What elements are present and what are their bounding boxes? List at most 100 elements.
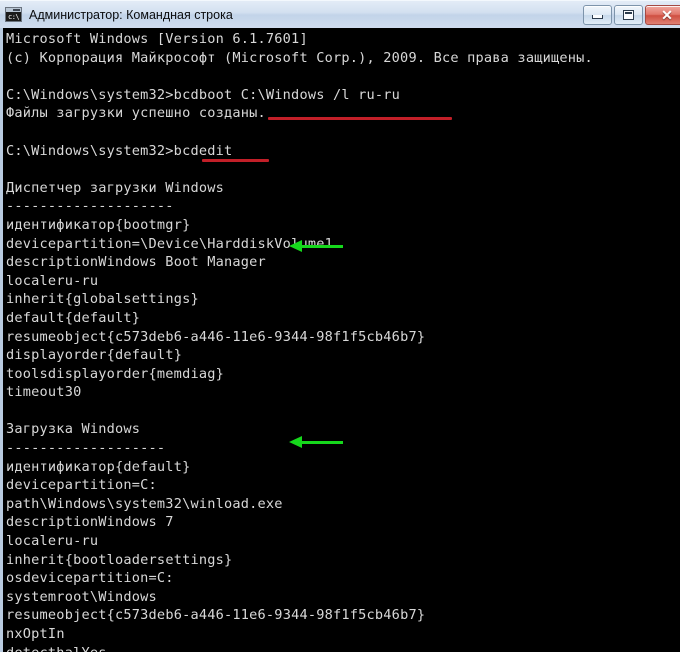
console-line: (c) Корпорация Майкрософт (Microsoft Cor… [6, 49, 680, 68]
console-key: locale [6, 533, 57, 550]
console-key: locale [6, 272, 57, 289]
console-line: nxOptIn [6, 625, 680, 644]
console-line: идентификатор{bootmgr} [6, 216, 680, 235]
console-text: C:\Windows\system32>bcdboot C:\Windows /… [6, 86, 401, 103]
console-value: ru-ru [56, 533, 99, 550]
console-text: Файлы загрузки успешно созданы. [6, 105, 266, 122]
console-value: ru-ru [56, 272, 99, 289]
console-text: (c) Корпорация Майкрософт (Microsoft Cor… [6, 49, 593, 66]
console-text: ------------------- [6, 440, 166, 457]
console-icon-glyph: c:\ [8, 13, 20, 21]
console-icon-bar [6, 8, 21, 12]
console-value: Windows 7 [98, 514, 174, 531]
console-line: inherit{bootloadersettings} [6, 551, 680, 570]
console-key: resumeobject [6, 607, 107, 624]
console-key: toolsdisplayorder [6, 365, 149, 382]
console-line: ------------------- [6, 439, 680, 458]
console-value: partition=C: [73, 570, 174, 587]
console-value: Yes [81, 645, 106, 652]
console-line: localeru-ru [6, 532, 680, 551]
console-key: osdevice [6, 570, 74, 587]
close-button[interactable]: ✕ [645, 4, 680, 25]
console-line: osdevicepartition=C: [6, 569, 680, 588]
console-line: -------------------- [6, 197, 680, 216]
window-controls: ✕ [583, 1, 680, 29]
console-key: nx [6, 626, 23, 642]
console-value: {globalsettings} [64, 291, 199, 308]
console-line: default{default} [6, 309, 680, 328]
console-key: description [6, 254, 99, 271]
console-key: displayorder [6, 347, 107, 364]
console-key: идентификатор [6, 216, 115, 233]
titlebar-left-group: c:\ Администратор: Командная строка [0, 7, 583, 22]
console-line: Microsoft Windows [Version 6.1.7601] [6, 30, 680, 49]
green-arrow-head [289, 240, 302, 252]
console-line: path\Windows\system32\winload.exe [6, 495, 680, 514]
console-key: default [6, 309, 65, 326]
green-arrow-shaft [298, 245, 343, 248]
console-line: C:\Windows\system32>bcdedit [6, 142, 680, 161]
window-titlebar[interactable]: c:\ Администратор: Командная строка ✕ [0, 0, 680, 28]
console-line: descriptionWindows Boot Manager [6, 253, 680, 272]
console-line: devicepartition=C: [6, 476, 680, 495]
console-value: {bootmgr} [115, 216, 191, 233]
console-key: resumeobject [6, 328, 107, 345]
console-line: descriptionWindows 7 [6, 513, 680, 532]
console-key: systemroot [6, 588, 90, 605]
console-output-area[interactable]: Microsoft Windows [Version 6.1.7601] (c) … [0, 28, 680, 652]
console-value: {c573deb6-a446-11e6-9344-98f1f5cb46b7} [106, 328, 426, 345]
window-title: Администратор: Командная строка [29, 7, 233, 22]
console-value: Windows Boot Manager [98, 254, 266, 271]
console-line: resumeobject{c573deb6-a446-11e6-9344-98f… [6, 606, 680, 625]
green-arrow-shaft [298, 441, 343, 444]
console-value: \Windows [89, 588, 157, 605]
console-value: {bootloadersettings} [64, 551, 233, 568]
console-window-icon: c:\ [5, 7, 22, 22]
maximize-icon [623, 9, 634, 20]
green-arrow-bootloader-locale [289, 436, 343, 448]
console-value: OptIn [22, 626, 65, 642]
green-arrow-head [289, 436, 302, 448]
console-value: {memdiag} [148, 365, 224, 382]
console-line: toolsdisplayorder{memdiag} [6, 365, 680, 384]
console-line: inherit{globalsettings} [6, 290, 680, 309]
console-text: Диспетчер загрузки Windows [6, 179, 224, 196]
console-line: devicepartition=\Device\HarddiskVolume1 [6, 235, 680, 254]
console-value: {default} [64, 309, 141, 326]
red-underline-bcdboot-args [268, 117, 452, 120]
console-text: Загрузка Windows [6, 421, 141, 438]
console-key: detecthal [6, 645, 81, 652]
console-line: displayorder{default} [6, 346, 680, 365]
console-text: C:\Windows\system32>bcdedit [6, 142, 233, 159]
maximize-button[interactable] [614, 4, 643, 25]
console-key: inherit [6, 291, 65, 308]
close-icon: ✕ [661, 6, 673, 23]
console-line: C:\Windows\system32>bcdboot C:\Windows /… [6, 86, 680, 105]
red-underline-bcdedit-command [202, 159, 269, 162]
console-text: -------------------- [6, 198, 174, 215]
console-value: {default} [106, 347, 183, 364]
console-line: Загрузка Windows [6, 420, 680, 439]
console-line: timeout30 [6, 383, 680, 402]
console-value: {default} [115, 458, 191, 475]
console-value: \Windows\system32\winload.exe [39, 495, 283, 512]
command-prompt-window: c:\ Администратор: Командная строка ✕ Mi… [0, 0, 680, 652]
console-value: partition=C: [56, 477, 157, 494]
console-line: resumeobject{c573deb6-a446-11e6-9344-98f… [6, 328, 680, 347]
console-value: {c573deb6-a446-11e6-9344-98f1f5cb46b7} [106, 607, 426, 624]
console-screen: Microsoft Windows [Version 6.1.7601] (c) … [3, 28, 680, 652]
console-line: detecthalYes [6, 644, 680, 652]
console-line: localeru-ru [6, 272, 680, 291]
console-line: systemroot\Windows [6, 588, 680, 607]
console-line: Файлы загрузки успешно созданы. [6, 104, 680, 123]
minimize-button[interactable] [583, 4, 612, 25]
console-key: device [6, 235, 57, 252]
minimize-icon [592, 15, 603, 19]
console-key: timeout [6, 384, 65, 401]
green-arrow-bootmgr-locale [289, 240, 343, 252]
console-key: description [6, 514, 99, 531]
